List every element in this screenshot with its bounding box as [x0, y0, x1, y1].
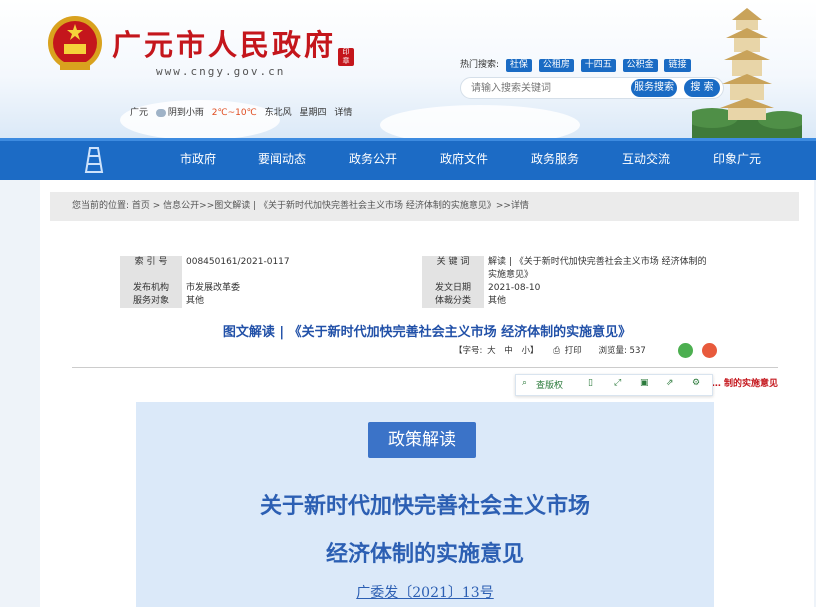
font-size-label: 【字号: — [454, 346, 483, 356]
hot-search: 热门搜索: 社保 公租房 十四五 公积金 链接 — [460, 57, 695, 72]
font-size-small-button[interactable]: 小】 — [522, 346, 539, 356]
article-meta-table: 索 引 号 008450161/2021-0117 关 键 词 解读 | 《关于… — [120, 256, 719, 308]
policy-poster-image: 政策解读 关于新时代加快完善社会主义市场 经济体制的实施意见 广委发〔2021〕… — [136, 402, 714, 607]
weibo-share-icon[interactable] — [702, 343, 718, 358]
article-content: 您当前的位置: 首页 > 信息公开>>图文解读 | 《关于新时代加快完善社会主义… — [40, 180, 814, 607]
view-count: 浏览量: 537 — [598, 346, 646, 356]
weather-temp: 2℃~10℃ — [211, 108, 257, 118]
settings-icon[interactable]: ⚙ — [692, 378, 700, 388]
hot-search-label: 热门搜索: — [460, 60, 500, 70]
meta-label: 服务对象 — [120, 295, 182, 308]
tower-landmark-icon — [692, 8, 802, 138]
nav-item-impression[interactable]: 印象广元 — [709, 138, 765, 180]
floating-toolbar: ⌕ 查版权 ▯ ⤢ ▣ ⇗ ⚙ — [515, 374, 713, 396]
meta-label: 关 键 词 — [422, 256, 484, 282]
poster-title-line2: 经济体制的实施意见 — [325, 542, 524, 567]
expand-icon[interactable]: ⤢ — [614, 378, 621, 388]
hot-tag[interactable]: 公积金 — [622, 59, 658, 72]
nav-item-gov-docs[interactable]: 政府文件 — [436, 138, 492, 180]
nav-item-gov-affairs[interactable]: 政务公开 — [345, 138, 401, 180]
weather-condition: 阴到小雨 — [167, 108, 204, 118]
national-emblem-icon — [48, 16, 102, 70]
article-toolbar: 【字号: 大 中 小】 ⎙ 打印 浏览量: 537 — [454, 343, 723, 358]
nav-item-news[interactable]: 要闻动态 — [254, 138, 310, 180]
hot-tag[interactable]: 链接 — [664, 59, 691, 72]
meta-index-no: 008450161/2021-0117 — [186, 257, 290, 267]
meta-publisher: 市发展改革委 — [186, 283, 241, 293]
search-icon[interactable]: ⌕ — [522, 378, 527, 388]
page-title: 图文解读 | 《关于新时代加快完善社会主义市场 经济体制的实施意见》 — [222, 325, 632, 340]
cloud-rain-icon — [155, 108, 166, 117]
meta-label: 发文日期 — [422, 282, 484, 295]
divider — [72, 367, 778, 368]
breadcrumb[interactable]: 您当前的位置: 首页 > 信息公开>>图文解读 | 《关于新时代加快完善社会主义… — [50, 192, 799, 221]
printer-icon[interactable]: ⎙ — [553, 346, 560, 356]
meta-target: 其他 — [186, 296, 205, 306]
main-nav: 市政府 要闻动态 政务公开 政府文件 政务服务 互动交流 印象广元 — [0, 138, 816, 180]
weather-bar: 广元 阴到小雨 2℃~10℃ 东北风 星期四 详情 — [130, 105, 357, 118]
meta-label: 索 引 号 — [120, 256, 182, 282]
meta-label: 发布机构 — [120, 282, 182, 295]
site-header: 广元市人民政府 www.cngy.gov.cn 印章 广元 阴到小雨 2℃~10… — [0, 0, 816, 138]
weather-weekday: 星期四 — [299, 108, 327, 118]
nav-item-city-gov[interactable]: 市政府 — [178, 138, 218, 180]
meta-keyword: 解读 | 《关于新时代加快完善社会主义市场 经济体制的实施意见》 — [488, 257, 707, 280]
site-title[interactable]: 广元市人民政府 — [112, 22, 336, 64]
nav-item-gov-services[interactable]: 政务服务 — [527, 138, 583, 180]
meta-label: 体裁分类 — [422, 295, 484, 308]
service-search-button[interactable]: 服务搜索 — [631, 79, 677, 97]
save-icon[interactable]: ▣ — [640, 378, 649, 388]
font-size-large-button[interactable]: 大 — [487, 346, 496, 356]
meta-date: 2021-08-10 — [488, 283, 541, 293]
poster-title-line1: 关于新时代加快完善社会主义市场 — [259, 494, 590, 519]
search-input[interactable] — [471, 78, 631, 98]
wechat-share-icon[interactable] — [678, 343, 694, 358]
weather-city: 广元 — [130, 108, 149, 118]
share-icon[interactable]: ⇗ — [666, 378, 674, 388]
hot-tag[interactable]: 十四五 — [580, 59, 616, 72]
weather-details-link[interactable]: 详情 — [334, 108, 352, 118]
site-url: www.cngy.gov.cn — [156, 65, 286, 78]
meta-category: 其他 — [488, 296, 507, 306]
seal-stamp-icon: 印章 — [338, 48, 354, 66]
policy-badge: 政策解读 — [368, 422, 476, 458]
weather-wind: 东北风 — [264, 108, 292, 118]
hot-tag[interactable]: 社保 — [505, 59, 532, 72]
font-size-medium-button[interactable]: 中 — [504, 346, 513, 356]
print-button[interactable]: 打印 — [565, 346, 582, 356]
hot-tag[interactable]: 公租房 — [538, 59, 574, 72]
copy-icon[interactable]: ▯ — [588, 378, 593, 388]
view-copyright-button[interactable]: 查版权 — [536, 378, 563, 391]
poster-doc-number: 广委发〔2021〕13号 — [356, 585, 494, 601]
home-landmark-icon[interactable] — [80, 144, 108, 174]
nav-item-interaction[interactable]: 互动交流 — [618, 138, 674, 180]
